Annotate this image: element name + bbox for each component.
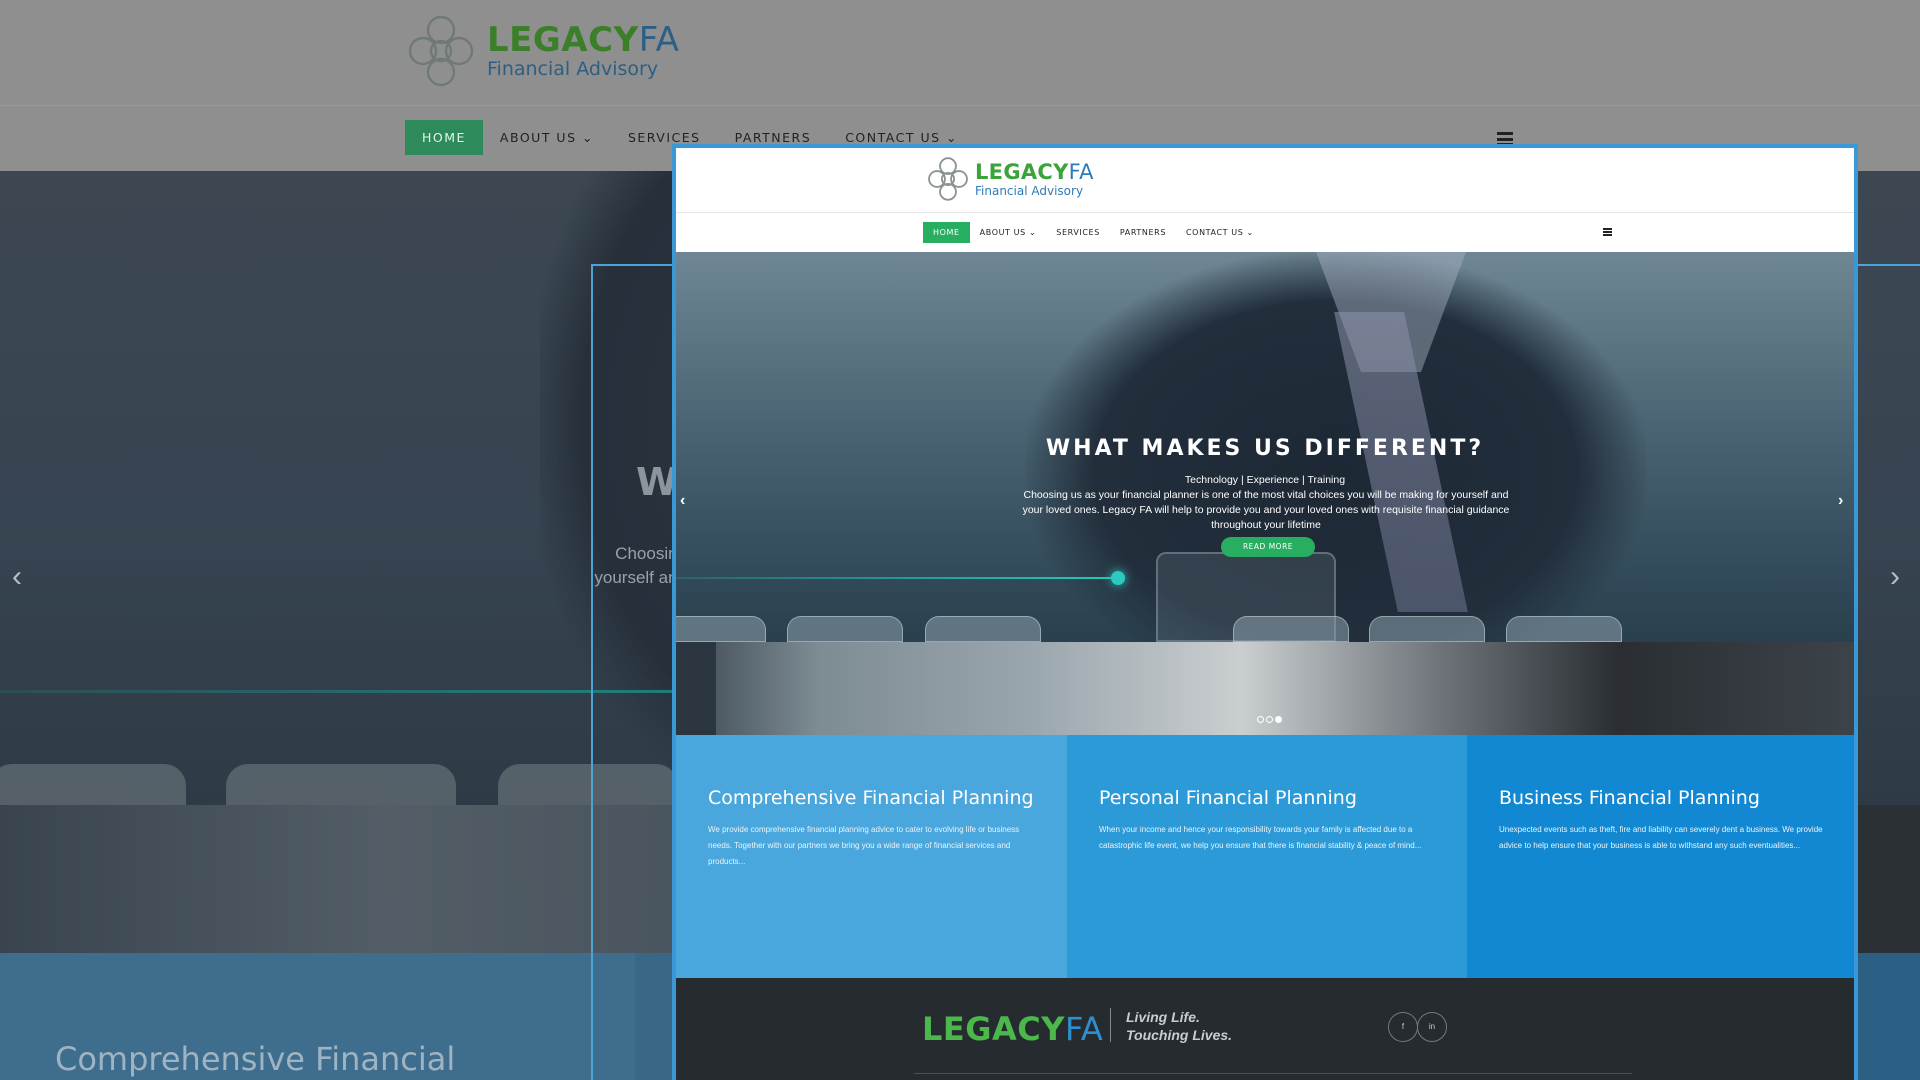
hero-pill: [1233, 616, 1349, 642]
bg-logo[interactable]: LEGACYFA Financial Advisory: [405, 12, 679, 90]
slider-dots: [1257, 716, 1282, 723]
site-preview-window: LEGACYFA Financial Advisory HOME ABOUT U…: [672, 144, 1858, 1080]
slider-dot[interactable]: [1257, 716, 1264, 723]
hero-title: WHAT MAKES US DIFFERENT?: [1045, 436, 1485, 461]
nav-about-us[interactable]: ABOUT US ⌄: [970, 222, 1047, 243]
slider-dot[interactable]: [1275, 716, 1282, 723]
footer-rule: [914, 1073, 1632, 1074]
bg-brand-sub: Financial Advisory: [487, 58, 659, 80]
service-cards: Comprehensive Financial Planning We prov…: [676, 735, 1854, 978]
hero-pill: [925, 616, 1041, 642]
card-business[interactable]: Business Financial Planning Unexpected e…: [1467, 735, 1854, 978]
hero-strip-edge: [676, 642, 716, 735]
footer-logo[interactable]: LEGACYFA: [922, 1010, 1103, 1048]
site-logo[interactable]: LEGACYFA Financial Advisory: [926, 155, 1094, 203]
footer-tagline: Living Life. Touching Lives.: [1126, 1008, 1232, 1044]
brand-sub: Financial Advisory: [975, 183, 1084, 198]
hero-subtitle: Technology | Experience | Training: [1184, 474, 1346, 486]
bg-header: LEGACYFA Financial Advisory: [0, 0, 1920, 105]
card-text: We provide comprehensive financial plann…: [708, 825, 1020, 866]
hero-glow-line: [676, 577, 1121, 579]
bg-pill: [0, 764, 186, 806]
brand-name: LEGACYFA: [975, 159, 1094, 184]
hero-glow-dot: [1111, 571, 1125, 585]
card-title: Business Financial Planning: [1499, 787, 1760, 809]
hero-pill: [676, 616, 766, 642]
tagline-line-1: Living Life.: [1126, 1009, 1200, 1025]
read-more-button[interactable]: READ MORE: [1221, 537, 1315, 557]
hero-pill: [787, 616, 903, 642]
hero-pill: [1369, 616, 1485, 642]
hero-slider: WHAT MAKES US DIFFERENT? Technology | Ex…: [676, 252, 1854, 735]
hero-pill: [1506, 616, 1622, 642]
bg-pill: [226, 764, 456, 806]
card-personal[interactable]: Personal Financial Planning When your in…: [1067, 735, 1467, 978]
nav-home[interactable]: HOME: [923, 222, 970, 243]
card-text: When your income and hence your responsi…: [1099, 825, 1422, 850]
nav-contact-us[interactable]: CONTACT US ⌄: [1176, 222, 1264, 243]
site-footer: LEGACYFA Living Life. Touching Lives. f …: [676, 978, 1854, 1080]
screenshot-stage: LEGACYFA Financial Advisory HOME ABOUT U…: [0, 0, 1920, 1080]
linkedin-icon[interactable]: in: [1417, 1012, 1447, 1042]
slider-next-arrow-icon[interactable]: ›: [1838, 492, 1843, 510]
nav-partners[interactable]: PARTNERS: [1110, 222, 1176, 243]
card-text: Unexpected events such as theft, fire an…: [1499, 825, 1823, 850]
bg-brand-name: LEGACYFA: [487, 20, 680, 60]
site-header: LEGACYFA Financial Advisory: [676, 148, 1854, 212]
bg-nav-about[interactable]: ABOUT US ⌄: [483, 120, 611, 155]
hamburger-menu-icon[interactable]: [1603, 228, 1612, 236]
slider-prev-arrow-icon[interactable]: ‹: [680, 492, 685, 510]
facebook-icon[interactable]: f: [1388, 1012, 1418, 1042]
logo-knot-icon: [928, 157, 968, 201]
hero-description: Choosing us as your financial planner is…: [1022, 489, 1510, 531]
site-nav: HOME ABOUT US ⌄ SERVICES PARTNERS CONTAC…: [676, 212, 1854, 252]
card-title: Comprehensive Financial Planning: [708, 787, 1034, 809]
bg-card-title: Comprehensive Financial: [55, 1040, 456, 1078]
bg-prev-arrow-icon[interactable]: ‹: [12, 560, 22, 594]
bg-nav-home[interactable]: HOME: [405, 120, 483, 155]
slider-dot[interactable]: [1266, 716, 1273, 723]
tagline-line-2: Touching Lives.: [1126, 1027, 1233, 1043]
footer-divider: [1110, 1008, 1111, 1042]
nav-services[interactable]: SERVICES: [1046, 222, 1110, 243]
card-comprehensive[interactable]: Comprehensive Financial Planning We prov…: [676, 735, 1067, 978]
card-title: Personal Financial Planning: [1099, 787, 1357, 809]
logo-knot-icon: [408, 15, 474, 87]
